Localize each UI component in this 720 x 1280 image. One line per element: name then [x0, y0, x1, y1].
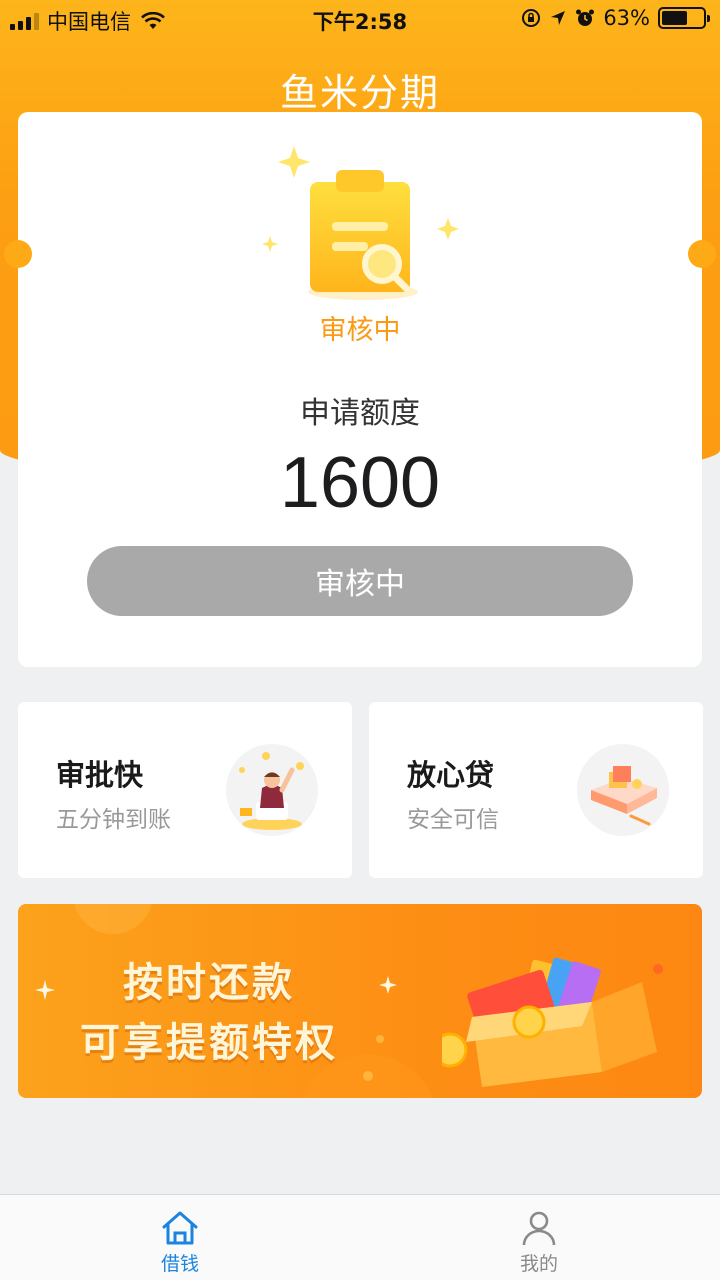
status-right: 63%: [521, 6, 710, 30]
review-status-label: 审核中: [319, 315, 401, 346]
battery-fill: [662, 11, 688, 25]
tab-mine-label: 我的: [519, 1253, 558, 1275]
review-status-button[interactable]: 审核中: [87, 546, 633, 616]
battery-percent: 63%: [603, 6, 650, 30]
tab-bar: 借钱 我的: [0, 1194, 720, 1280]
review-clipboard-icon: [262, 146, 459, 300]
amount-label: 申请额度: [300, 396, 420, 431]
status-bar: 中国电信 下午2:58 63%: [0, 0, 720, 38]
person-celebrating-icon: [226, 744, 318, 836]
feature-subtitle: 安全可信: [407, 807, 499, 833]
banner-line-1: 按时还款: [123, 960, 295, 1006]
card-notch-right: [688, 240, 716, 268]
tab-borrow-label: 借钱: [160, 1253, 199, 1275]
location-icon: [551, 11, 566, 25]
feature-title: 审批快: [56, 758, 144, 792]
alarm-icon: [576, 9, 595, 26]
feature-title: 放心贷: [407, 758, 495, 792]
card-notch-left: [4, 240, 32, 268]
app-title: 鱼米分期: [279, 71, 440, 115]
person-icon: [522, 1211, 556, 1246]
review-status-card: 审核中 申请额度 1600 审核中: [4, 112, 716, 667]
tab-mine[interactable]: 我的: [479, 1209, 599, 1276]
tab-borrow[interactable]: 借钱: [120, 1209, 240, 1276]
feature-card-fast-approval[interactable]: 审批快 五分钟到账: [18, 702, 352, 878]
promo-banner[interactable]: 按时还款 可享提额特权: [18, 904, 702, 1098]
amount-value: 1600: [279, 443, 441, 523]
banner-line-2: 可享提额特权: [80, 1020, 338, 1066]
feature-card-safe-loan[interactable]: 放心贷 安全可信: [369, 702, 703, 878]
book-icon: [577, 744, 669, 836]
battery-icon: [658, 7, 710, 29]
feature-subtitle: 五分钟到账: [56, 807, 171, 833]
gift-box-icon: [442, 957, 657, 1087]
home-icon: [162, 1211, 198, 1245]
orientation-lock-icon: [522, 9, 541, 27]
